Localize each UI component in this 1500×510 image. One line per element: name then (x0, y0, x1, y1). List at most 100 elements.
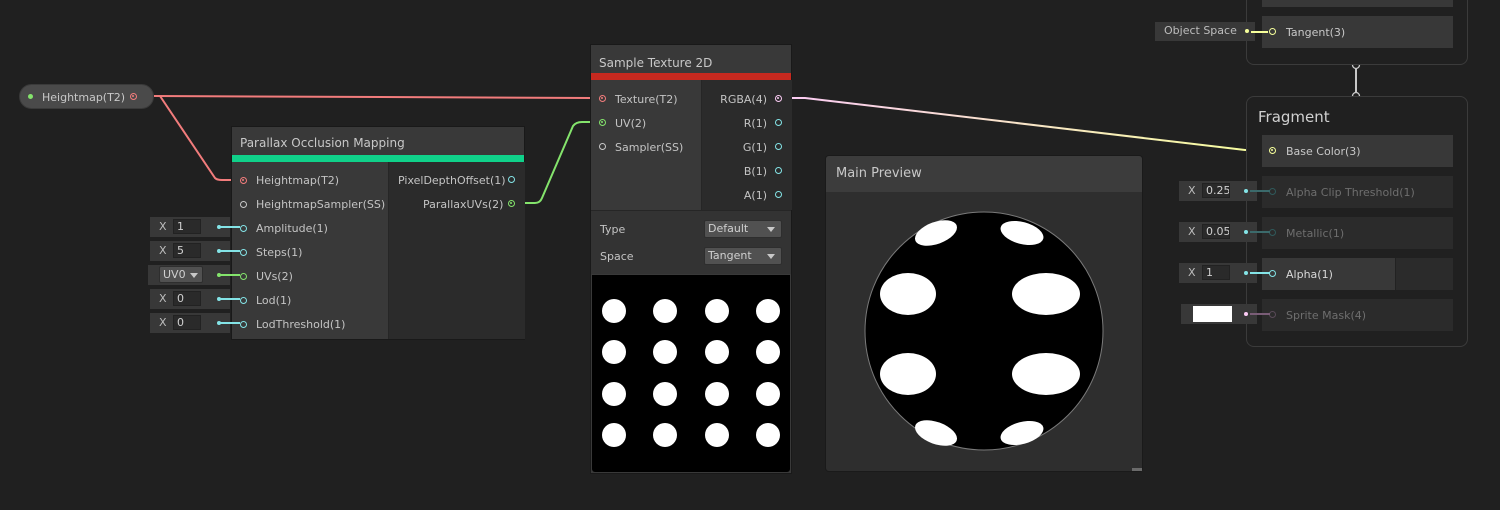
pom-heightmap-port[interactable] (240, 177, 247, 184)
property-output-port[interactable] (130, 93, 137, 100)
pom-uvs-port[interactable] (240, 273, 247, 280)
main-preview-panel[interactable]: Main Preview (826, 156, 1142, 471)
sample-uv-port[interactable] (599, 119, 606, 126)
chevron-down-icon (767, 254, 775, 259)
sample-texture-port[interactable] (599, 95, 606, 102)
vertex-context[interactable]: Tangent(3) (1246, 0, 1468, 65)
field-link (220, 322, 240, 324)
axis-label: X (159, 244, 167, 257)
lod-input[interactable]: 0 (173, 291, 201, 306)
preview-sphere[interactable] (864, 211, 1104, 451)
sphere-spot (1012, 353, 1080, 395)
texture-dot (755, 340, 780, 365)
alphaclip-port[interactable] (1269, 188, 1276, 195)
pom-input-label: LodThreshold(1) (256, 318, 346, 331)
type-dropdown[interactable]: Default (704, 220, 782, 238)
edge-dot (1245, 29, 1249, 33)
alpha-port[interactable] (1269, 270, 1276, 277)
fragment-block-alphaclip[interactable]: Alpha Clip Threshold(1) (1262, 176, 1453, 208)
node-accent-bar (591, 73, 791, 80)
node-title: Parallax Occlusion Mapping (240, 136, 405, 150)
color-swatch[interactable] (1193, 306, 1232, 322)
node-accent-bar (232, 155, 524, 162)
wire-parallaxuvs-to-uv[interactable] (516, 121, 599, 204)
block-label: Metallic(1) (1286, 227, 1345, 240)
sample-output-label: G(1) (742, 141, 767, 154)
tangent-port[interactable] (1269, 28, 1276, 35)
axis-label: X (159, 316, 167, 329)
wire-rgba-to-basecolor[interactable] (785, 97, 1270, 151)
axis-label: X (159, 220, 167, 233)
pom-input-label: Heightmap(T2) (256, 174, 340, 187)
axis-label: X (159, 292, 167, 305)
pom-input-label: HeightmapSampler(SS) (256, 198, 386, 211)
pom-output-label: ParallaxUVs(2) (423, 198, 504, 211)
spritemask-field (1181, 304, 1257, 324)
texture-dot (653, 299, 678, 323)
texture-dot (704, 422, 729, 447)
axis-label: X (1188, 184, 1196, 197)
texture-dot (704, 299, 729, 323)
sample-output-label: RGBA(4) (720, 93, 767, 106)
basecolor-port[interactable] (1269, 147, 1276, 154)
type-value: Default (708, 222, 749, 235)
metallic-input[interactable]: 0.05 (1202, 224, 1230, 239)
amplitude-input[interactable]: 1 (173, 219, 201, 234)
edge-dot (1244, 189, 1248, 193)
wire-heightmap-to-pom[interactable] (159, 95, 240, 181)
alpha-input[interactable]: 1 (1202, 265, 1230, 280)
node-title-bar[interactable]: Parallax Occlusion Mapping (232, 127, 524, 155)
pom-amplitude-port[interactable] (240, 225, 247, 232)
sample-g-port[interactable] (775, 143, 782, 150)
block-label: Sprite Mask(4) (1286, 309, 1367, 322)
fragment-block-alpha[interactable]: Alpha(1) (1262, 258, 1395, 290)
texture-dot (653, 381, 678, 406)
sample-rgba-port[interactable] (775, 95, 782, 102)
metallic-field: X 0.05 (1179, 222, 1257, 242)
block-label: Base Color(3) (1286, 145, 1361, 158)
sample-a-port[interactable] (775, 191, 782, 198)
preview-header[interactable]: Main Preview (826, 156, 1142, 192)
alphaclip-input[interactable]: 0.25 (1202, 183, 1230, 198)
sample-sampler-port[interactable] (599, 143, 606, 150)
edge-dot (1244, 312, 1248, 316)
edge-dot (1244, 230, 1248, 234)
block-label: Tangent(3) (1286, 26, 1346, 39)
field-link (220, 250, 240, 252)
pom-lod-port[interactable] (240, 297, 247, 304)
resize-handle[interactable] (1132, 468, 1142, 471)
tangent-space-field[interactable]: Object Space (1155, 22, 1255, 41)
pom-lodthreshold-port[interactable] (240, 321, 247, 328)
pom-pixeldepthoffset-port[interactable] (508, 176, 515, 183)
uv-channel-dropdown[interactable]: UV0 (159, 266, 203, 283)
metallic-port[interactable] (1269, 229, 1276, 236)
spritemask-port[interactable] (1269, 311, 1276, 318)
lod-threshold-input[interactable]: 0 (173, 315, 201, 330)
vertex-block-tangent[interactable]: Tangent(3) (1262, 16, 1453, 48)
pom-steps-port[interactable] (240, 249, 247, 256)
fragment-block-metallic[interactable]: Metallic(1) (1262, 217, 1453, 249)
heightmap-property-node[interactable]: Heightmap(T2) (19, 84, 154, 109)
space-dropdown[interactable]: Tangent (704, 247, 782, 265)
vertex-block-normal[interactable] (1262, 0, 1453, 7)
texture-preview (592, 275, 790, 472)
sample-settings: Type Default Space Tangent (591, 210, 791, 274)
texture-dot (602, 381, 626, 406)
property-label: Heightmap(T2) (42, 91, 126, 104)
tangent-space-value: Object Space (1164, 24, 1237, 37)
amplitude-field: X 1 (150, 217, 230, 237)
sample-r-port[interactable] (775, 119, 782, 126)
node-title-bar[interactable]: Sample Texture 2D (591, 45, 791, 73)
sample-b-port[interactable] (775, 167, 782, 174)
pom-sampler-port[interactable] (240, 201, 247, 208)
wire-heightmap-to-sample[interactable] (153, 95, 591, 99)
chevron-down-icon (190, 273, 198, 278)
steps-input[interactable]: 5 (173, 243, 201, 258)
fragment-block-spritemask[interactable]: Sprite Mask(4) (1262, 299, 1453, 331)
sample-input-label: Sampler(SS) (615, 141, 684, 154)
fragment-context[interactable]: Fragment Base Color(3) Alpha Clip Thresh… (1246, 96, 1468, 347)
sample-texture-2d-node[interactable]: Sample Texture 2D Type Default Space Tan… (591, 45, 792, 473)
fragment-block-basecolor[interactable]: Base Color(3) (1262, 135, 1453, 167)
pom-parallaxuvs-port[interactable] (508, 200, 515, 207)
space-value: Tangent (708, 249, 752, 262)
